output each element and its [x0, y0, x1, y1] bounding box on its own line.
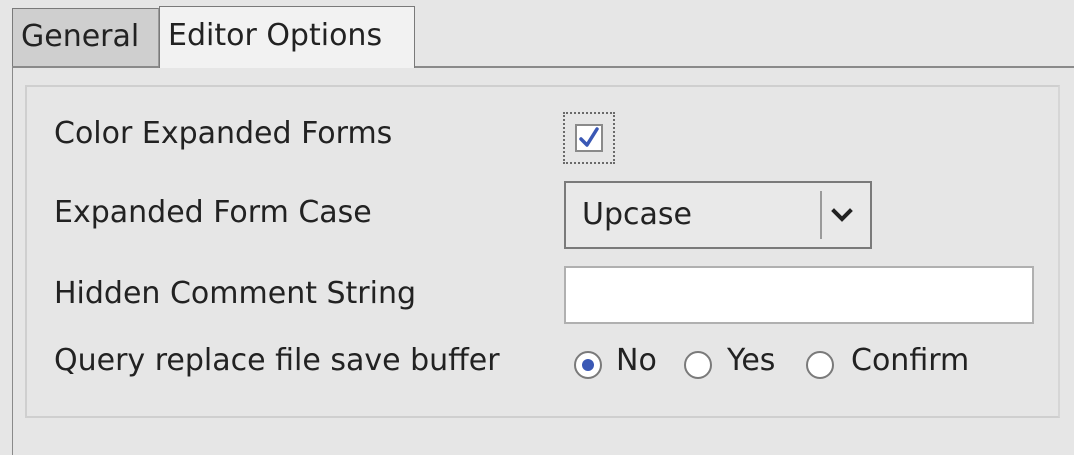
hidden-comment-string-input[interactable] — [564, 266, 1034, 324]
radio-confirm-label[interactable]: Confirm — [851, 343, 969, 378]
expanded-form-case-label: Expanded Form Case — [54, 195, 372, 230]
tab-general[interactable]: General — [12, 8, 159, 66]
radio-confirm[interactable] — [806, 351, 834, 379]
chevron-down-icon[interactable] — [830, 203, 854, 227]
radio-no[interactable] — [574, 351, 602, 379]
radio-yes[interactable] — [684, 351, 712, 379]
dropdown-separator — [820, 191, 822, 239]
expanded-form-case-dropdown[interactable]: Upcase — [564, 181, 872, 249]
tab-editor-options[interactable]: Editor Options — [159, 6, 415, 68]
tab-bar: General Editor Options — [0, 0, 1074, 68]
query-replace-label: Query replace file save buffer — [54, 343, 500, 378]
radio-no-label[interactable]: No — [616, 343, 657, 378]
radio-yes-label[interactable]: Yes — [727, 343, 775, 378]
check-icon — [579, 127, 599, 147]
color-expanded-forms-label: Color Expanded Forms — [54, 116, 393, 151]
color-expanded-forms-checkbox[interactable] — [575, 124, 603, 152]
dropdown-value: Upcase — [582, 197, 692, 232]
hidden-comment-string-label: Hidden Comment String — [54, 276, 417, 311]
